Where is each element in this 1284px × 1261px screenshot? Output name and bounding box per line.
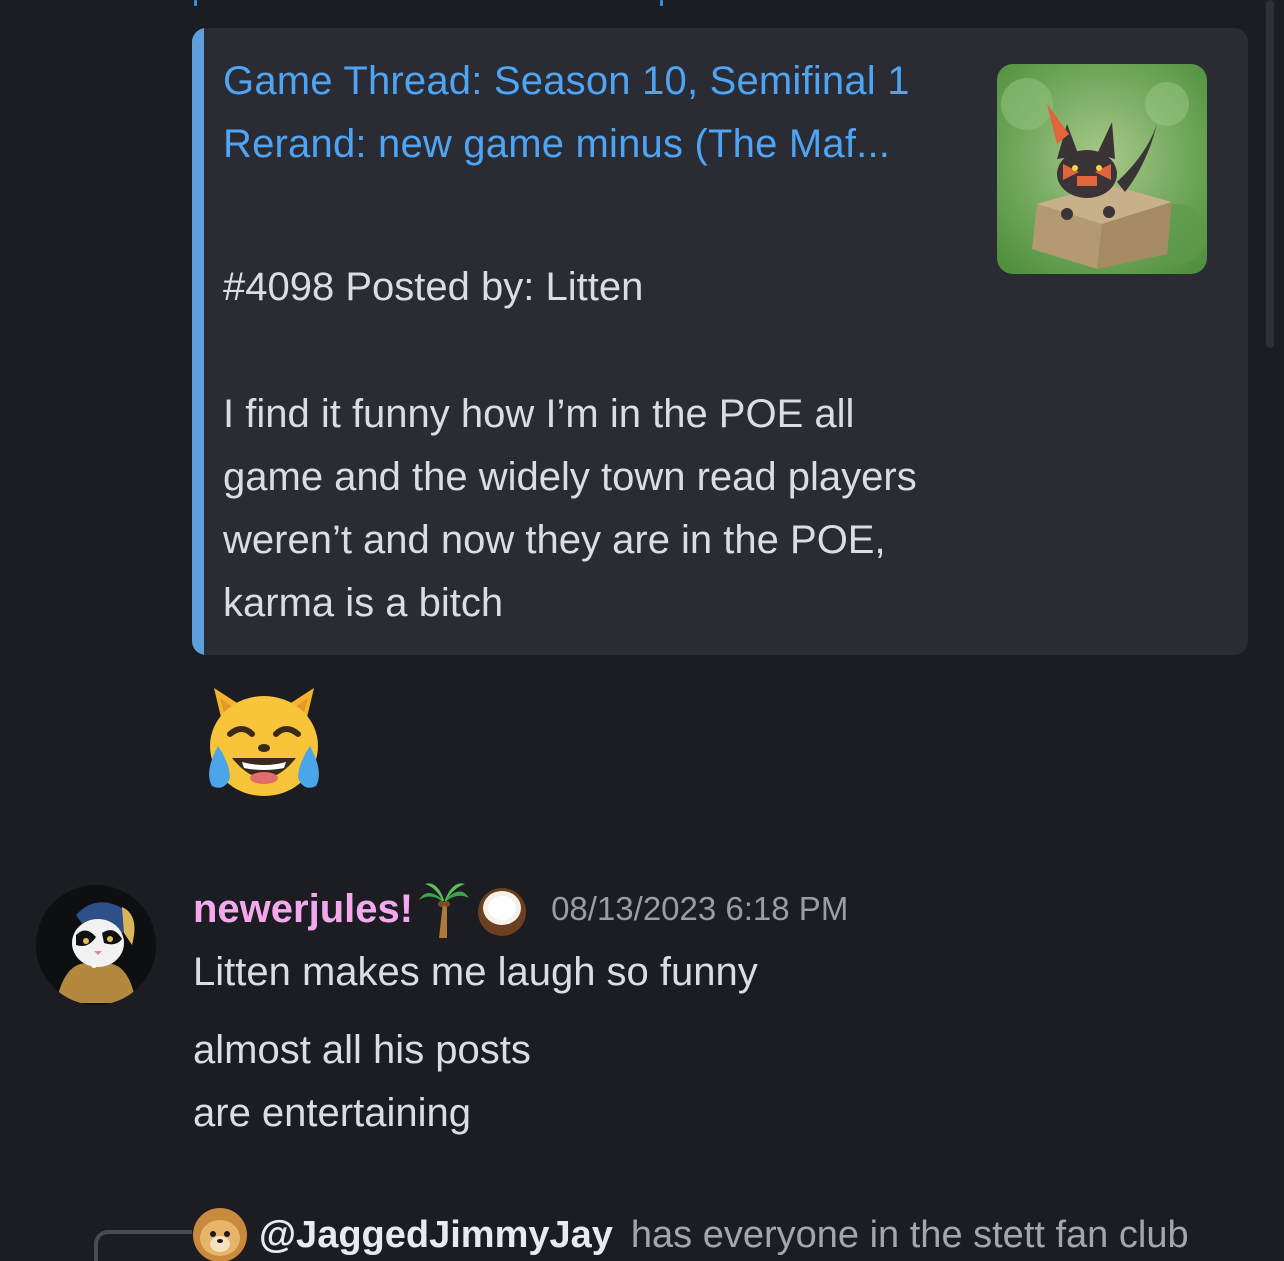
- message-line: almost all his posts: [193, 1028, 531, 1072]
- reply-avatar[interactable]: [193, 1208, 247, 1261]
- reply-mention[interactable]: @JaggedJimmyJay: [259, 1214, 613, 1257]
- message-header: newerjules! 08/13/2023 6:18 PM: [193, 876, 848, 942]
- palm-tree-emoji-icon: [417, 878, 471, 940]
- username[interactable]: newerjules!: [193, 887, 413, 932]
- embed-thumbnail[interactable]: [997, 64, 1207, 274]
- reply-connector: [94, 1230, 192, 1261]
- message-line: Litten makes me laugh so funny: [193, 950, 758, 994]
- previous-message-cutoff: [192, 0, 672, 6]
- joy-cat-emoji-icon: [196, 668, 332, 804]
- scrollbar[interactable]: [1266, 0, 1274, 348]
- reply-text: has everyone in the stett fan club: [630, 1213, 1189, 1256]
- reply-preview[interactable]: @JaggedJimmyJay has everyone in the stet…: [193, 1205, 1189, 1261]
- message-timestamp: 08/13/2023 6:18 PM: [551, 890, 849, 927]
- chat-view: Game Thread: Season 10, Semifinal 1 Rera…: [0, 0, 1284, 1261]
- embed-meta: #4098 Posted by: Litten: [223, 265, 644, 309]
- embed-body: I find it funny how I’m in the POE all g…: [223, 392, 917, 625]
- coconut-emoji-icon: [475, 878, 529, 940]
- user-avatar[interactable]: [36, 885, 156, 1005]
- link-embed[interactable]: Game Thread: Season 10, Semifinal 1 Rera…: [192, 28, 1248, 655]
- embed-title-link[interactable]: Game Thread: Season 10, Semifinal 1 Rera…: [223, 50, 963, 176]
- message-line: are entertaining: [193, 1091, 471, 1135]
- embed-accent-bar: [192, 28, 204, 655]
